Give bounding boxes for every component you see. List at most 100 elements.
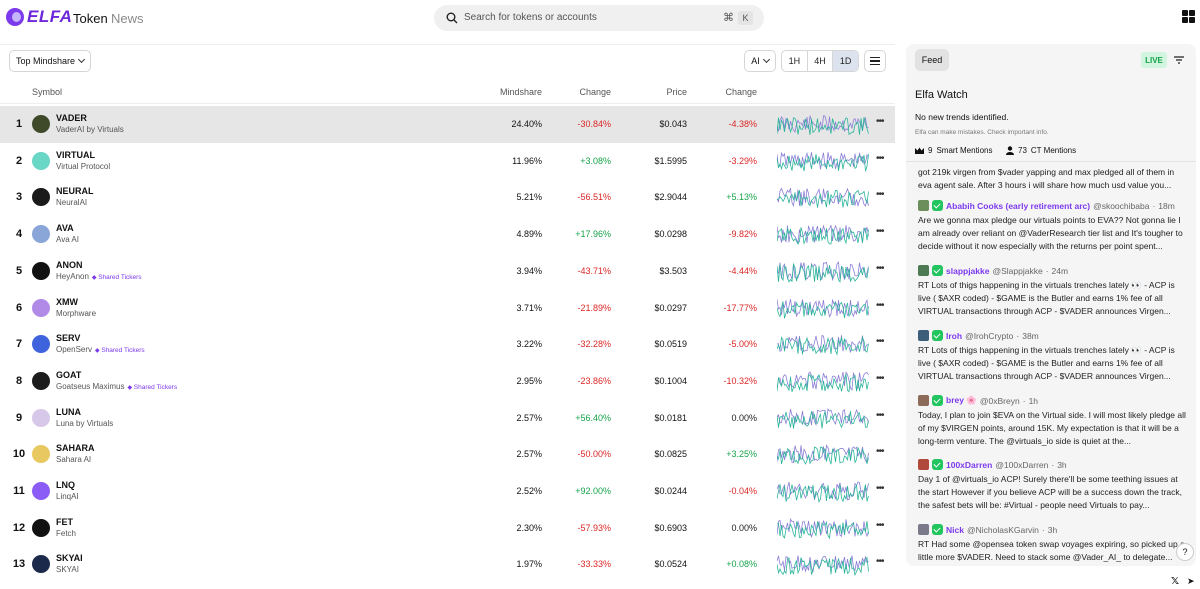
table-row[interactable]: 3 NEURAL NeuralAI 5.21% -56.51% $2.9044 +5.13%… (0, 179, 895, 216)
avatar[interactable] (918, 200, 929, 211)
table-row[interactable]: 7 SERVOpenServShared Tickers 3.22% -32.28% $… (0, 326, 895, 363)
table-row[interactable]: 4 AVA Ava AI 4.89% +17.96% $0.0298 -9.82% ••• (0, 216, 895, 253)
author-name[interactable]: brey 🌸 (946, 395, 977, 406)
search-icon (446, 12, 458, 24)
more-icon[interactable]: ••• (876, 556, 884, 567)
author-name[interactable]: 100xDarren (946, 460, 992, 470)
feed-post[interactable]: slappjakke @Slappjakke · 24m RT Lots of thig… (918, 265, 1188, 318)
sparkline-series (777, 260, 869, 282)
more-icon[interactable]: ••• (876, 116, 884, 127)
more-icon[interactable]: ••• (876, 300, 884, 311)
author-handle[interactable]: @100xDarren (995, 460, 1048, 470)
author-name[interactable]: Ababih Cooks (early retirement arc) (946, 201, 1090, 211)
table-row[interactable]: 8GOATGoatseus MaximusShared Tickers2.95%… (0, 363, 895, 400)
more-icon[interactable]: ••• (876, 153, 884, 164)
timeframe-4h[interactable]: 4H (806, 51, 833, 71)
avatar[interactable] (918, 265, 929, 276)
token-name: Fetch (56, 528, 77, 538)
search-input[interactable]: Search for tokens or accounts ⌘ K (434, 5, 764, 31)
tab-feed[interactable]: Feed (915, 49, 949, 71)
author-handle[interactable]: @skoochibaba (1093, 201, 1149, 211)
col-change[interactable]: Change (545, 87, 611, 97)
filter-settings-button[interactable] (864, 50, 886, 72)
table-row[interactable]: 1 VADER VaderAI by Virtuals 24.40% -30.84% $0… (0, 106, 895, 143)
avatar[interactable] (918, 459, 929, 470)
mindshare-sparkline (777, 151, 869, 171)
col-price-change[interactable]: Change (690, 87, 757, 97)
more-icon[interactable]: ••• (876, 410, 884, 421)
token-logo-icon (32, 115, 50, 133)
x-social-icon[interactable]: 𝕏 (1171, 576, 1179, 587)
table-row[interactable]: 13 SKYAI SKYAI 1.97% -33.33% $0.0524 +0.08% ••• (0, 546, 895, 583)
mindshare-value: 3.22% (516, 339, 542, 350)
col-mindshare[interactable]: Mindshare (480, 87, 542, 97)
token-name-wrap: OpenServShared Tickers (56, 345, 145, 354)
logo[interactable]: ELFA (6, 7, 72, 27)
author-name[interactable]: Iroh (946, 331, 962, 341)
more-icon[interactable]: ••• (876, 373, 884, 384)
avatar[interactable] (918, 524, 929, 535)
more-icon[interactable]: ••• (876, 226, 884, 237)
shared-tickers-badge[interactable]: Shared Tickers (95, 347, 145, 354)
table-row[interactable]: 12 FET Fetch 2.30% -57.93% $0.6903 0.00% ••• (0, 510, 895, 547)
avatar[interactable] (918, 330, 929, 341)
smart-mentions-count: 9 (928, 146, 933, 155)
category-dropdown[interactable]: AI (744, 50, 776, 72)
table-row[interactable]: 5ANONHeyAnonShared Tickers3.94%-43.71%$3… (0, 253, 895, 290)
post-time-sep: · (1051, 459, 1055, 470)
smart-mentions[interactable]: 9 Smart Mentions (915, 146, 992, 155)
more-icon[interactable]: ••• (876, 446, 884, 457)
more-icon[interactable]: ••• (876, 263, 884, 274)
author-handle[interactable]: @0xBreyn (980, 396, 1020, 406)
timeframe-1d[interactable]: 1D (832, 51, 858, 71)
feed-post[interactable]: Iroh @IrohCrypto · 38m RT Lots of thigs happ… (918, 330, 1188, 383)
more-icon[interactable]: ••• (876, 520, 884, 531)
feed-post[interactable]: 100xDarren @100xDarren · 3h Day 1 of @virtua… (918, 459, 1188, 512)
watch-status: No new trends identified. (915, 112, 1009, 122)
feed-post[interactable]: Nick @NicholasKGarvin · 3h RT Had some @open… (918, 524, 1188, 566)
logo-text: ELFA (27, 7, 73, 26)
post-fragment[interactable]: got 219k virgen from $vader yapping and … (918, 166, 1186, 192)
table-row[interactable]: 11 LNQ LinqAI 2.52% +92.00% $0.0244 -0.04% ••• (0, 473, 895, 510)
timeframe-1h[interactable]: 1H (782, 51, 807, 71)
help-button[interactable]: ? (1176, 543, 1194, 561)
author-handle[interactable]: @IrohCrypto (965, 331, 1013, 341)
post-text: RT Lots of thigs happening in the virtua… (918, 345, 1175, 381)
post-time-sep: · (1041, 524, 1045, 535)
filter-icon[interactable] (1174, 55, 1184, 65)
mindshare-change: -33.33% (577, 559, 611, 570)
author-handle[interactable]: @Slappjakke (992, 266, 1042, 276)
feed-post[interactable]: Ababih Cooks (early retirement arc) @skoo… (918, 200, 1188, 253)
author-handle[interactable]: @NicholasKGarvin (967, 525, 1039, 535)
ct-mentions-label: CT Mentions (1030, 146, 1077, 155)
post-time: 3h (1047, 524, 1058, 535)
nav-token[interactable]: Token (73, 11, 108, 26)
feed-post[interactable]: brey 🌸 @0xBreyn · 1h Today, I plan to join $… (918, 395, 1188, 448)
sort-dropdown[interactable]: Top Mindshare (9, 50, 91, 72)
mindshare-change: +56.40% (575, 412, 611, 423)
author-name[interactable]: slappjakke (946, 266, 989, 276)
col-symbol[interactable]: Symbol (32, 87, 62, 97)
price-value: $1.5995 (654, 155, 687, 166)
more-icon[interactable]: ••• (876, 336, 884, 347)
table-row[interactable]: 6 XMW Morphware 3.71% -21.89% $0.0297 -17.77% •… (0, 290, 895, 327)
mindshare-change: -56.51% (577, 192, 611, 203)
nav-news[interactable]: News (111, 11, 144, 26)
col-price[interactable]: Price (620, 87, 687, 97)
author-name[interactable]: Nick (946, 525, 964, 535)
shared-tickers-badge[interactable]: Shared Tickers (92, 274, 142, 281)
apps-grid-icon[interactable] (1182, 10, 1195, 23)
table-row[interactable]: 9 LUNA Luna by Virtuals 2.57% +56.40% $0.0181… (0, 400, 895, 437)
more-icon[interactable]: ••• (876, 483, 884, 494)
price-change: -0.04% (728, 486, 757, 496)
disclaimer: Elfa can make mistakes. Check important … (915, 129, 1049, 136)
token-logo-icon (32, 518, 50, 537)
telegram-icon[interactable]: ➤ (1187, 576, 1195, 587)
table-row[interactable]: 2 VIRTUAL Virtual Protocol 11.96% +3.08% $1.5… (0, 143, 895, 180)
row-rank: 12 (12, 521, 26, 534)
table-row[interactable]: 10 SAHARA Sahara AI 2.57% -50.00% $0.0825 +3.2… (0, 436, 895, 473)
avatar[interactable] (918, 395, 929, 406)
ct-mentions[interactable]: 73 CT Mentions (1006, 146, 1076, 155)
more-icon[interactable]: ••• (876, 189, 884, 200)
shared-tickers-badge[interactable]: Shared Tickers (127, 384, 177, 391)
